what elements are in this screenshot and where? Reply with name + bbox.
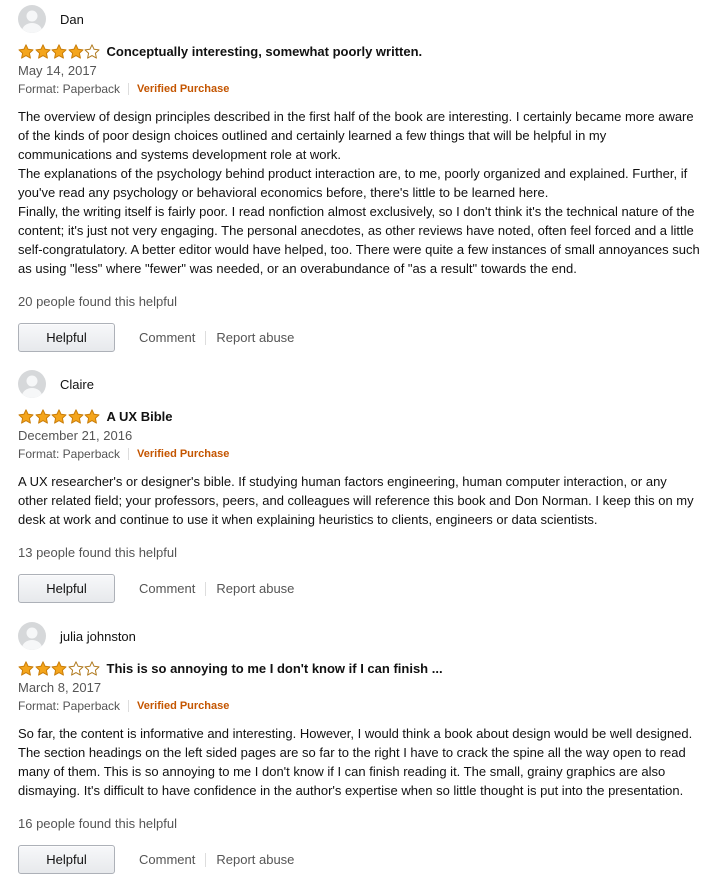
divider bbox=[205, 581, 207, 596]
star-empty-icon bbox=[84, 660, 100, 676]
review-date: December 21, 2016 bbox=[18, 428, 133, 443]
star-empty-icon bbox=[84, 43, 100, 59]
default-avatar-icon bbox=[22, 627, 42, 650]
default-avatar-icon bbox=[22, 375, 42, 398]
avatar[interactable] bbox=[18, 622, 46, 650]
reviewer[interactable]: julia johnston bbox=[18, 621, 700, 651]
review-title[interactable]: This is so annoying to me I don't know i… bbox=[107, 661, 443, 676]
reviewer[interactable]: Dan bbox=[18, 4, 700, 34]
star-filled-icon bbox=[18, 660, 34, 676]
reviewer-name[interactable]: Dan bbox=[60, 12, 84, 27]
comment-link[interactable]: Comment bbox=[139, 852, 195, 867]
star-rating[interactable] bbox=[18, 408, 101, 424]
divider bbox=[128, 83, 130, 95]
review-body: A UX researcher's or designer's bible. I… bbox=[18, 474, 694, 527]
verified-purchase-badge: Verified Purchase bbox=[137, 448, 230, 460]
report-abuse-link[interactable]: Report abuse bbox=[216, 581, 294, 596]
divider bbox=[128, 448, 130, 460]
star-filled-icon bbox=[18, 43, 34, 59]
star-filled-icon bbox=[84, 408, 100, 424]
review-body: So far, the content is informative and i… bbox=[18, 726, 693, 798]
star-filled-icon bbox=[51, 43, 67, 59]
star-filled-icon bbox=[18, 408, 34, 424]
star-filled-icon bbox=[68, 408, 83, 424]
helpful-button[interactable]: Helpful bbox=[18, 845, 115, 874]
avatar[interactable] bbox=[18, 370, 46, 398]
format-label[interactable]: Format: Paperback bbox=[18, 445, 120, 463]
helpful-count: 13 people found this helpful bbox=[18, 545, 178, 560]
star-rating[interactable] bbox=[18, 43, 101, 59]
star-filled-icon bbox=[35, 43, 50, 59]
review-title[interactable]: Conceptually interesting, somewhat poorl… bbox=[107, 44, 423, 59]
helpful-button[interactable]: Helpful bbox=[18, 323, 115, 352]
reviewer[interactable]: Claire bbox=[18, 369, 700, 399]
review-date: May 14, 2017 bbox=[18, 63, 97, 78]
reviewer-name[interactable]: julia johnston bbox=[60, 629, 136, 644]
verified-purchase-badge: Verified Purchase bbox=[137, 700, 230, 712]
comment-link[interactable]: Comment bbox=[139, 330, 195, 345]
divider bbox=[205, 852, 207, 867]
report-abuse-link[interactable]: Report abuse bbox=[216, 330, 294, 345]
format-label[interactable]: Format: Paperback bbox=[18, 80, 120, 98]
reviewer-name[interactable]: Claire bbox=[60, 377, 94, 392]
default-avatar-icon bbox=[22, 10, 42, 33]
star-filled-icon bbox=[35, 660, 50, 676]
report-abuse-link[interactable]: Report abuse bbox=[216, 852, 294, 867]
review: julia johnston This is so annoying to me… bbox=[18, 621, 700, 874]
star-rating[interactable] bbox=[18, 660, 101, 676]
divider bbox=[128, 700, 130, 712]
verified-purchase-badge: Verified Purchase bbox=[137, 83, 230, 95]
avatar[interactable] bbox=[18, 5, 46, 33]
comment-link[interactable]: Comment bbox=[139, 581, 195, 596]
divider bbox=[205, 330, 207, 345]
helpful-button[interactable]: Helpful bbox=[18, 574, 115, 603]
review: Dan Conceptually interesting, somewhat p… bbox=[18, 4, 700, 352]
format-label[interactable]: Format: Paperback bbox=[18, 697, 120, 715]
helpful-count: 16 people found this helpful bbox=[18, 816, 178, 831]
helpful-count: 20 people found this helpful bbox=[18, 294, 178, 309]
review: Claire A UX Bible December 21, 2016 Form… bbox=[18, 369, 700, 603]
review-date: March 8, 2017 bbox=[18, 680, 102, 695]
star-filled-icon bbox=[68, 43, 83, 59]
star-filled-icon bbox=[51, 408, 67, 424]
star-empty-icon bbox=[68, 660, 83, 676]
review-title[interactable]: A UX Bible bbox=[107, 409, 173, 424]
star-filled-icon bbox=[51, 660, 67, 676]
star-filled-icon bbox=[35, 408, 50, 424]
review-body: The overview of design principles descri… bbox=[18, 109, 700, 276]
